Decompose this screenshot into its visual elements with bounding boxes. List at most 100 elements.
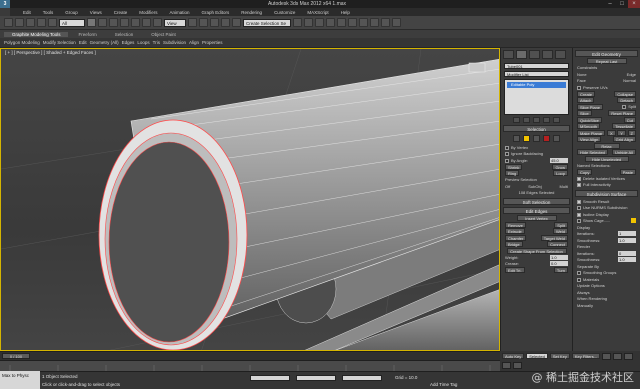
isoline-checkbox[interactable]: Isoline Display [577, 212, 609, 217]
create-shape-button[interactable]: Create Shape From Selection [506, 247, 567, 254]
key-filters-button[interactable]: Key Filters... [571, 353, 601, 359]
add-time-tag-button[interactable]: Add Time Tag [430, 382, 457, 387]
constraint-face-radio[interactable]: Face [577, 78, 586, 83]
motion-tab-icon[interactable] [542, 50, 553, 59]
preview-subobj-radio[interactable]: SubObj [528, 184, 541, 189]
scale-icon[interactable] [153, 18, 162, 27]
preview-multi-radio[interactable]: Multi [560, 184, 568, 189]
tab-object-paint[interactable]: Object Paint [143, 32, 184, 37]
quickslice-button[interactable]: QuickSlice [577, 116, 602, 123]
show-end-result-icon[interactable] [523, 117, 530, 123]
menu-help[interactable]: Help [336, 10, 355, 15]
ribbon-geometry-all[interactable]: Geometry (All) [90, 40, 119, 45]
angle-snap-icon[interactable] [210, 18, 219, 27]
tessellate-button[interactable]: Tessellate [612, 123, 636, 130]
ribbon-edit[interactable]: Edit [79, 40, 87, 45]
percent-snap-icon[interactable] [221, 18, 230, 27]
grow-button[interactable]: Grow [552, 163, 568, 170]
menu-modifiers[interactable]: Modifiers [134, 10, 162, 15]
time-slider[interactable]: 0 / 100 [0, 351, 500, 360]
curve-editor-icon[interactable] [337, 18, 346, 27]
previous-frame-icon[interactable] [613, 353, 623, 360]
slice-plane-button[interactable]: Slice Plane [577, 103, 604, 110]
pivot-center-icon[interactable] [188, 18, 197, 27]
create-button[interactable]: Create [577, 90, 596, 97]
turn-button[interactable]: Turn [553, 267, 568, 274]
render-smoothness-spinner[interactable]: 1.0 [618, 257, 636, 263]
track-bar[interactable] [0, 360, 500, 372]
ribbon-properties[interactable]: Properties [202, 40, 223, 45]
play-icon[interactable] [624, 353, 634, 360]
connect-button[interactable]: Connect [547, 241, 568, 248]
ribbon-polygon-modeling[interactable]: Polygon Modeling [4, 40, 40, 45]
slice-button[interactable]: Slice [577, 110, 592, 117]
app-logo-icon[interactable]: 3 [0, 0, 10, 8]
extrude-button[interactable]: Extrude [505, 228, 525, 235]
constraint-normal-radio[interactable]: Normal [623, 78, 636, 83]
weld-button[interactable]: Weld [552, 228, 568, 235]
make-planar-button[interactable]: Make Planar [577, 129, 606, 136]
spinner-snap-icon[interactable] [232, 18, 241, 27]
mirror-icon[interactable] [293, 18, 302, 27]
constraint-edge-radio[interactable]: Edge [627, 72, 636, 77]
rectangle-selection-icon[interactable] [109, 18, 118, 27]
render-setup-icon[interactable] [370, 18, 379, 27]
menu-tools[interactable]: Tools [38, 10, 59, 15]
detach-button[interactable]: Detach [617, 97, 636, 104]
maxscript-listener[interactable]: Max to Physc [0, 371, 40, 389]
coordinate-z-field[interactable] [342, 375, 382, 381]
border-mode-icon[interactable] [533, 135, 540, 142]
weight-spinner[interactable]: 1.0 [550, 254, 568, 260]
preview-off-radio[interactable]: Off [505, 184, 510, 189]
selection-rollout[interactable]: Selection [503, 125, 570, 132]
menu-create[interactable]: Create [109, 10, 133, 15]
undo-icon[interactable] [4, 18, 13, 27]
ribbon-tris[interactable]: Tris [153, 40, 160, 45]
pin-stack-icon[interactable] [513, 117, 520, 123]
collapse-button[interactable]: Collapse [614, 90, 636, 97]
window-crossing-icon[interactable] [120, 18, 129, 27]
repeat-last-button[interactable]: Repeat Last [586, 58, 627, 65]
minimize-icon[interactable]: – [604, 0, 616, 8]
menu-maxscript[interactable]: MAXScript [302, 10, 333, 15]
move-icon[interactable] [131, 18, 140, 27]
full-interactivity-checkbox[interactable]: Full Interactivity [577, 182, 611, 187]
coordinate-system-dropdown[interactable]: View [164, 18, 186, 27]
smoothness-spinner[interactable]: 1.0 [618, 237, 636, 243]
display-tab-icon[interactable] [555, 50, 566, 59]
coordinate-y-field[interactable] [296, 375, 336, 381]
select-by-name-icon[interactable] [98, 18, 107, 27]
attach-button[interactable]: Attach [577, 97, 595, 104]
edge-mode-icon[interactable] [523, 135, 530, 142]
by-angle-checkbox[interactable]: By Angle: [505, 158, 528, 163]
update-manually-radio[interactable]: Manually [577, 303, 593, 308]
use-nurms-checkbox[interactable]: Use NURMS Subdivision [577, 205, 627, 210]
edit-edges-rollout[interactable]: Edit Edges [503, 207, 570, 214]
update-rendering-radio[interactable]: When Rendering [577, 296, 607, 301]
cut-button[interactable]: Cut [623, 116, 636, 123]
hide-unselected-button[interactable]: Hide Unselected [584, 155, 629, 162]
rendered-frame-window-icon[interactable] [381, 18, 390, 27]
snap-toggle-icon[interactable] [199, 18, 208, 27]
link-icon[interactable] [26, 18, 35, 27]
coordinate-x-field[interactable] [250, 375, 290, 381]
ribbon-modify-selection[interactable]: Modify Selection [43, 40, 76, 45]
delete-isolated-checkbox[interactable]: Delete Isolated Vertices [577, 176, 625, 181]
hide-selected-button[interactable]: Hide Selected [577, 149, 608, 156]
perspective-viewport[interactable]: [ + ] [ Perspective ] [ Shaded + Edged F… [0, 48, 500, 351]
subdivision-surface-rollout[interactable]: Subdivision Surface [575, 190, 638, 197]
modifier-list-dropdown[interactable]: Modifier List [504, 71, 569, 77]
close-icon[interactable]: × [628, 0, 640, 8]
ribbon-align[interactable]: Align [189, 40, 199, 45]
shrink-button[interactable]: Shrink [505, 163, 523, 170]
bridge-button[interactable]: Bridge [505, 241, 523, 248]
layer-manager-icon[interactable] [315, 18, 324, 27]
object-name-field[interactable]: Tube001 [504, 63, 569, 69]
make-unique-icon[interactable] [533, 117, 540, 123]
vertex-mode-icon[interactable] [513, 135, 520, 142]
create-tab-icon[interactable] [503, 50, 514, 59]
menu-views[interactable]: Views [85, 10, 107, 15]
reset-plane-button[interactable]: Reset Plane [608, 110, 636, 117]
tab-selection[interactable]: Selection [107, 32, 142, 37]
auto-key-button[interactable]: Auto Key [502, 353, 525, 359]
